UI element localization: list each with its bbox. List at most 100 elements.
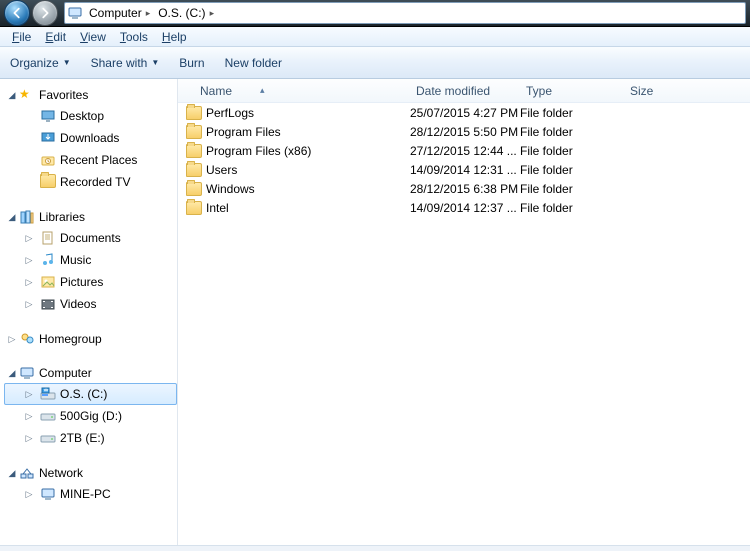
file-date: 27/12/2015 12:44 ...	[410, 144, 520, 158]
file-type: File folder	[520, 125, 624, 139]
doc-icon	[40, 230, 56, 246]
nav-item-label: Downloads	[60, 131, 119, 145]
nav-item[interactable]: ▷MINE-PC	[4, 483, 177, 505]
nav-group-homegroup: ▷ Homegroup	[4, 329, 177, 349]
command-bar: Organize▼ Share with▼ Burn New folder	[0, 47, 750, 79]
back-button[interactable]	[4, 0, 30, 26]
nav-buttons	[4, 0, 58, 26]
file-row[interactable]: Users14/09/2014 12:31 ...File folder	[178, 160, 750, 179]
column-size[interactable]: Size	[624, 79, 694, 102]
file-type: File folder	[520, 163, 624, 177]
file-type: File folder	[520, 144, 624, 158]
music-icon	[40, 252, 56, 268]
folder-icon	[186, 144, 202, 158]
nav-item[interactable]: ▷ 500Gig (D:)	[4, 405, 177, 427]
column-date[interactable]: Date modified	[410, 79, 520, 102]
nav-header-favorites[interactable]: ◢ ★ Favorites	[4, 85, 177, 105]
nav-item[interactable]: Desktop	[4, 105, 177, 127]
nav-header-computer[interactable]: ◢ Computer	[4, 363, 177, 383]
file-name: Windows	[206, 182, 255, 196]
main-area: ◢ ★ Favorites Desktop Downloads Recent Pla…	[0, 79, 750, 545]
file-name: Program Files (x86)	[206, 144, 311, 158]
breadcrumb-drive[interactable]: O.S. (C:) ▸	[154, 3, 218, 23]
drive-icon	[40, 430, 56, 446]
nav-item[interactable]: Downloads	[4, 127, 177, 149]
chevron-right-icon: ▸	[146, 8, 151, 19]
expand-icon[interactable]: ▷	[23, 388, 35, 400]
file-row[interactable]: PerfLogs25/07/2015 4:27 PMFile folder	[178, 103, 750, 122]
expand-icon[interactable]: ▷	[6, 333, 18, 345]
expand-icon[interactable]: ▷	[23, 410, 35, 422]
column-name[interactable]: Name ▴	[178, 79, 410, 102]
expand-icon[interactable]: ◢	[6, 367, 18, 379]
nav-item[interactable]: ▷ Pictures	[4, 271, 177, 293]
file-date: 14/09/2014 12:31 ...	[410, 163, 520, 177]
nav-item-label: 500Gig (D:)	[60, 409, 122, 423]
window-titlebar: Computer ▸ O.S. (C:) ▸	[0, 0, 750, 27]
file-name: Intel	[206, 201, 229, 215]
folder-icon	[186, 125, 202, 139]
network-icon	[19, 465, 35, 481]
file-date: 25/07/2015 4:27 PM	[410, 106, 520, 120]
nav-item[interactable]: ▷ Music	[4, 249, 177, 271]
breadcrumb-label: O.S. (C:)	[158, 6, 205, 20]
expand-icon[interactable]: ▷	[23, 488, 35, 500]
chevron-right-icon: ▸	[210, 8, 215, 19]
folder-icon	[186, 106, 202, 120]
navigation-pane[interactable]: ◢ ★ Favorites Desktop Downloads Recent Pla…	[0, 79, 178, 545]
nav-item-label: O.S. (C:)	[60, 387, 107, 401]
nav-header-network[interactable]: ◢ Network	[4, 463, 177, 483]
organize-button[interactable]: Organize▼	[10, 56, 71, 70]
nav-item[interactable]: ▷ 2TB (E:)	[4, 427, 177, 449]
nav-item-label: Pictures	[60, 275, 103, 289]
forward-button[interactable]	[32, 0, 58, 26]
expand-icon[interactable]: ▷	[23, 232, 35, 244]
vid-icon	[40, 296, 56, 312]
menu-help[interactable]: Help	[156, 28, 193, 46]
breadcrumb-label: Computer	[89, 6, 142, 20]
column-type[interactable]: Type	[520, 79, 624, 102]
new-folder-button[interactable]: New folder	[225, 56, 282, 70]
burn-button[interactable]: Burn	[179, 56, 204, 70]
expand-icon[interactable]: ◢	[6, 467, 18, 479]
nav-item[interactable]: ▷ O.S. (C:)	[4, 383, 177, 405]
expand-icon[interactable]: ▷	[23, 276, 35, 288]
file-type: File folder	[520, 182, 624, 196]
expand-icon[interactable]: ◢	[6, 211, 18, 223]
file-row[interactable]: Windows 28/12/2015 6:38 PMFile folder	[178, 179, 750, 198]
folder-icon	[186, 163, 202, 177]
file-row[interactable]: Intel14/09/2014 12:37 ...File folder	[178, 198, 750, 217]
nav-item[interactable]: Recent Places	[4, 149, 177, 171]
nav-header-homegroup[interactable]: ▷ Homegroup	[4, 329, 177, 349]
menu-file[interactable]: File	[6, 28, 37, 46]
file-row[interactable]: Program Files28/12/2015 5:50 PMFile fold…	[178, 122, 750, 141]
nav-item-label: 2TB (E:)	[60, 431, 105, 445]
expand-icon[interactable]: ▷	[23, 298, 35, 310]
folder-icon	[40, 174, 56, 190]
file-type: File folder	[520, 201, 624, 215]
file-row[interactable]: Program Files (x86) 27/12/2015 12:44 ...F…	[178, 141, 750, 160]
share-with-button[interactable]: Share with▼	[91, 56, 160, 70]
expand-icon[interactable]: ▷	[23, 254, 35, 266]
menu-edit[interactable]: Edit	[39, 28, 72, 46]
nav-group-libraries: ◢ Libraries ▷Documents▷Music▷Pictures▷Vi…	[4, 207, 177, 315]
nav-item[interactable]: ▷Documents	[4, 227, 177, 249]
expand-icon[interactable]: ◢	[6, 89, 18, 101]
breadcrumb-computer[interactable]: Computer ▸	[85, 3, 154, 23]
chevron-down-icon: ▼	[151, 58, 159, 67]
nav-header-libraries[interactable]: ◢ Libraries	[4, 207, 177, 227]
nav-group-favorites: ◢ ★ Favorites Desktop Downloads Recent Pla…	[4, 85, 177, 193]
nav-group-network: ◢ Network ▷MINE-PC	[4, 463, 177, 505]
expand-icon[interactable]: ▷	[23, 432, 35, 444]
nav-label: Favorites	[39, 88, 88, 102]
menu-tools[interactable]: Tools	[114, 28, 154, 46]
file-name: PerfLogs	[206, 106, 254, 120]
menu-view[interactable]: View	[74, 28, 112, 46]
nav-item[interactable]: ▷Videos	[4, 293, 177, 315]
file-date: 28/12/2015 6:38 PM	[410, 182, 520, 196]
address-bar[interactable]: Computer ▸ O.S. (C:) ▸	[64, 2, 746, 24]
nav-item[interactable]: Recorded TV	[4, 171, 177, 193]
nav-item-label: Music	[60, 253, 91, 267]
desktop-icon	[40, 108, 56, 124]
drive-icon	[40, 408, 56, 424]
